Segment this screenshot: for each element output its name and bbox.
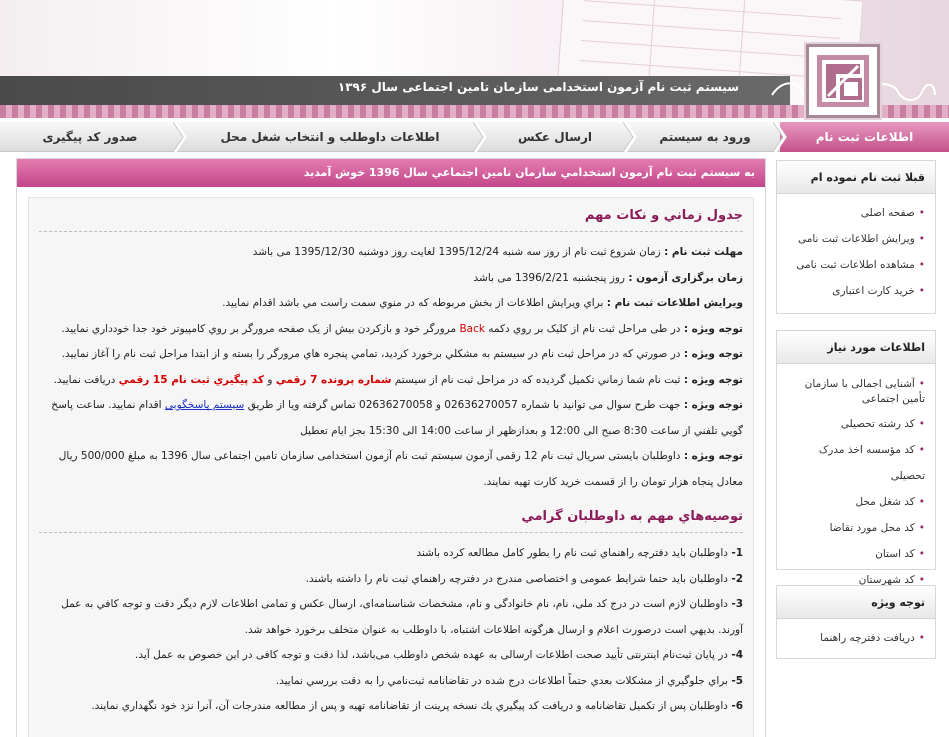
support-system-link[interactable]: سیستم پاسخگویی: [165, 399, 244, 411]
sidebar-item-location-code[interactable]: کد محل مورد تقاضا: [783, 515, 927, 541]
sidebar-menu: صفحه اصلی ویرایش اطلاعات ثبت نامی مشاهده…: [777, 194, 935, 310]
sidebar-item-province-code[interactable]: کد استان: [783, 541, 927, 567]
site-title: سیستم ثبت نام آزمون استخدامی سازمان تامی…: [337, 80, 739, 94]
welcome-header: به سيستم ثبت نام آزمون استخدامي سازمان ت…: [17, 159, 765, 187]
chevron-separator-icon: [773, 122, 787, 152]
logo: [806, 44, 880, 118]
recommendation-item: 4- در پایان ثبت‌نام اینترنتی تأیید صحت ا…: [135, 649, 743, 661]
sidebar-box-registered: قبلا ثبت نام نموده ام صفحه اصلی ویرایش ا…: [776, 160, 936, 314]
content-area: جدول زماني و نکات مهم مهلت ثبت نام : زما…: [28, 197, 754, 737]
chevron-separator-icon: [623, 122, 637, 152]
logo-icon: [817, 55, 869, 107]
tab-registration-info[interactable]: اطلاعات ثبت نام: [780, 122, 949, 152]
tab-login[interactable]: ورود به سیستم: [630, 122, 787, 152]
note-back-button: توجه ويژه : در طی مراحل ثبت نام از کلیک …: [61, 322, 743, 335]
sidebar-menu: آشنایی اجمالی با سازمان تأمین اجتماعی کد…: [777, 364, 935, 599]
recommendation-item: 3- داوطلبان لازم است در درج کد ملی، نام،…: [61, 598, 743, 636]
exam-date: زمان برگزاری آزمون : روز پنجشنبه 1396/2/…: [473, 271, 743, 284]
registration-deadline: مهلت ثبت نام : زمان شروع ثبت نام از روز …: [252, 246, 743, 258]
sidebar-box-title: اطلاعات مورد نياز: [777, 331, 935, 364]
sidebar-item-job-code[interactable]: کد شغل محل: [783, 489, 927, 515]
chevron-separator-icon: [173, 122, 187, 152]
sidebar-box-title: توجه ويژه: [777, 586, 935, 619]
recommendation-item: 2- داوطلبان باید حتما شرایط عمومی و اختص…: [305, 572, 743, 585]
sidebar-box-special-note: توجه ويژه دریافت دفترچه راهنما: [776, 585, 936, 659]
tab-tracking-code[interactable]: صدور کد پیگیری: [0, 122, 187, 152]
sidebar-item-view-info[interactable]: مشاهده اطلاعات ثبت نامی: [783, 252, 927, 278]
recommendation-item: 6- داوطلبان پس از تکميل تقاضانامه و دريا…: [91, 700, 743, 712]
sidebar-item-buy-card[interactable]: خرید کارت اعتباری: [783, 278, 927, 304]
sidebar-item-field-code[interactable]: کد رشته تحصیلی: [783, 411, 927, 437]
note-contact: توجه ويژه : جهت طرح سوال می توانید با شم…: [51, 399, 743, 437]
sidebar-item-download-guide[interactable]: دریافت دفترچه راهنما: [783, 625, 927, 651]
chevron-separator-icon: [473, 122, 487, 152]
recommendation-item: 5- براي جلوگيري از مشكلات بعدي حتماً اطل…: [275, 674, 743, 687]
edit-info-note: ويرايش اطلاعات ثبت نام : براي ويرايش اطل…: [222, 297, 743, 309]
schedule-title: جدول زماني و نکات مهم: [39, 208, 743, 232]
sidebar-menu: دریافت دفترچه راهنما: [777, 619, 935, 657]
note-completion: توجه ويژه : ثبت نام شما زماني تکميل گردي…: [53, 373, 743, 386]
sidebar-item-home[interactable]: صفحه اصلی: [783, 200, 927, 226]
main-nav: اطلاعات ثبت نام ورود به سیستم ارسال عکس …: [0, 122, 949, 152]
tab-applicant-info[interactable]: اطلاعات داوطلب و انتخاب شغل محل: [180, 122, 487, 152]
sidebar-box-required-info: اطلاعات مورد نياز آشنایی اجمالی با سازما…: [776, 330, 936, 586]
sidebar-item-institute-code[interactable]: کد مؤسسه اخذ مدرک تحصیلی: [783, 437, 927, 489]
sidebar-item-about[interactable]: آشنایی اجمالی با سازمان تأمین اجتماعی: [783, 370, 927, 411]
recommendation-item: 1- داوطلبان باید دفترچه راهنماي ثبت نام …: [416, 547, 743, 559]
note-serial: توجه ويژه : داوطلبان بايستی سريال ثبت نا…: [58, 450, 743, 488]
sidebar-item-edit-info[interactable]: ویرایش اطلاعات ثبت نامی: [783, 226, 927, 252]
main-panel: به سيستم ثبت نام آزمون استخدامي سازمان ت…: [16, 158, 766, 737]
note-problem: توجه ويژه : در صورتي که در مراحل ثبت نام…: [61, 348, 743, 360]
tab-send-photo[interactable]: ارسال عکس: [480, 122, 637, 152]
recommendations-title: توصیه‌هاي مهم به داوطلبان گرامي: [39, 509, 743, 533]
sidebar-box-title: قبلا ثبت نام نموده ام: [777, 161, 935, 194]
